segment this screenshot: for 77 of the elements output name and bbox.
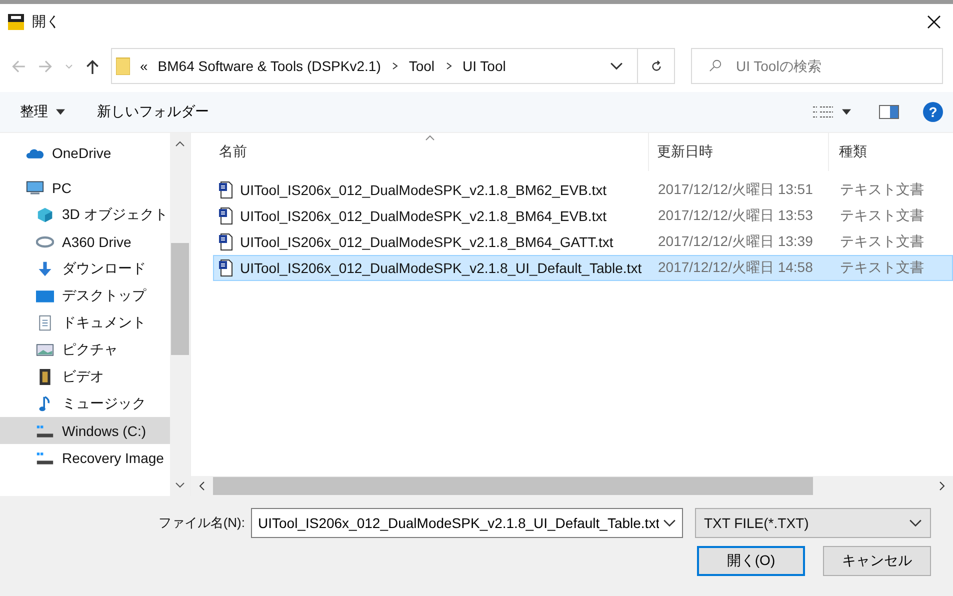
file-name: UITool_IS206x_012_DualModeSPK_v2.1.8_BM64_EVB.txt (240, 208, 607, 224)
close-icon[interactable] (927, 15, 941, 29)
column-header[interactable]: 名前 (191, 133, 649, 171)
open-button[interactable]: 開く(O) (697, 546, 805, 576)
file-row[interactable]: UITool_IS206x_012_DualModeSPK_v2.1.8_BM64_EVB.txt 2017/12/12/火曜日 13:53 テキスト文書 (213, 203, 953, 229)
organize-button[interactable]: 整理 (18, 99, 67, 125)
overflow-chevron[interactable]: « (140, 58, 148, 74)
sort-caret-icon (425, 135, 435, 141)
file-name: UITool_IS206x_012_DualModeSPK_v2.1.8_UI_Default_Table.txt (240, 260, 642, 276)
scrollbar-thumb[interactable] (213, 477, 813, 495)
nav-item[interactable]: ビデオ (0, 363, 170, 390)
help-button[interactable]: ? (923, 102, 943, 122)
scroll-down-icon[interactable] (175, 482, 185, 488)
window-title: 開く (32, 13, 60, 31)
scroll-right-icon[interactable] (939, 481, 945, 491)
text-file-icon (218, 233, 234, 251)
nav-item[interactable]: ドキュメント (0, 309, 170, 336)
modified-date: 2017/12/12/火曜日 14:58 (657, 259, 814, 277)
file-type: テキスト文書 (839, 207, 925, 225)
preview-pane-icon[interactable] (879, 105, 899, 119)
nav-item[interactable]: PC (0, 174, 170, 201)
caret-icon[interactable] (842, 109, 851, 115)
scroll-up-icon[interactable] (175, 141, 185, 147)
file-name: UITool_IS206x_012_DualModeSPK_v2.1.8_BM64_GATT.txt (240, 234, 614, 250)
scroll-left-icon[interactable] (199, 481, 205, 491)
file-row[interactable]: UITool_IS206x_012_DualModeSPK_v2.1.8_UI_Default_Table.txt 2017/12/12/火曜日 14:58 テキスト文書 (213, 255, 953, 281)
file-type: テキスト文書 (839, 233, 925, 251)
modified-date: 2017/12/12/火曜日 13:39 (657, 233, 814, 251)
modified-date: 2017/12/12/火曜日 13:53 (657, 207, 814, 225)
nav-item[interactable]: ダウンロード (0, 255, 170, 282)
text-file-icon (218, 207, 234, 225)
cube-icon (36, 206, 54, 222)
text-file-icon (218, 181, 234, 199)
search-field[interactable]: UI Toolの検索 (691, 48, 943, 84)
file-name-label: ファイル名(N): (158, 514, 245, 532)
refresh-icon (650, 60, 662, 72)
nav-item[interactable]: ミュージック (0, 390, 170, 417)
modified-date: 2017/12/12/火曜日 13:51 (657, 181, 814, 199)
file-row[interactable]: UITool_IS206x_012_DualModeSPK_v2.1.8_BM62_EVB.txt 2017/12/12/火曜日 13:51 テキスト文書 (213, 177, 953, 203)
folder-icon (116, 57, 130, 75)
nav-item[interactable]: OneDrive (0, 139, 170, 166)
breadcrumb[interactable]: Tool (408, 58, 435, 74)
file-row[interactable]: UITool_IS206x_012_DualModeSPK_v2.1.8_BM64_GATT.txt 2017/12/12/火曜日 13:39 テキスト文書 (213, 229, 953, 255)
nav-item[interactable]: Windows (C:) (0, 417, 170, 444)
drive-icon (36, 450, 54, 466)
details-view-icon[interactable] (812, 105, 834, 119)
breadcrumb[interactable]: UI Tool (462, 58, 506, 74)
drive-icon (36, 422, 54, 438)
cancel-button[interactable]: キャンセル (823, 546, 931, 576)
app-icon (8, 14, 24, 30)
nav-item[interactable]: ピクチャ (0, 336, 170, 363)
scrollbar-thumb[interactable] (171, 243, 189, 355)
caret-icon (56, 109, 65, 115)
file-name: UITool_IS206x_012_DualModeSPK_v2.1.8_BM62_EVB.txt (240, 182, 607, 198)
nav-item[interactable]: Recovery Image (0, 444, 170, 471)
up-arrow-icon[interactable] (84, 58, 101, 74)
breadcrumb[interactable]: BM64 Software & Tools (DSPKv2.1) (158, 58, 381, 74)
file-type: テキスト文書 (839, 181, 925, 199)
download-arrow-icon (36, 260, 54, 276)
new-folder-button[interactable]: 新しいフォルダー (95, 99, 211, 125)
refresh-button[interactable] (637, 48, 675, 84)
picture-icon (36, 342, 54, 358)
chevron-right-icon[interactable] (390, 61, 399, 71)
search-icon (709, 59, 722, 72)
chevron-right-icon[interactable] (444, 61, 453, 71)
desktop-icon (36, 288, 54, 304)
nav-item[interactable]: 3D オブジェクト (0, 201, 170, 228)
document-icon (36, 314, 54, 330)
nav-item[interactable]: デスクトップ (0, 282, 170, 309)
text-file-icon (218, 259, 234, 277)
file-type: テキスト文書 (839, 259, 925, 277)
column-header[interactable]: 更新日時 (649, 133, 829, 171)
nav-item[interactable]: A360 Drive (0, 228, 170, 255)
monitor-icon (26, 180, 44, 196)
file-type-dropdown[interactable]: TXT FILE(*.TXT) (695, 508, 931, 538)
address-bar[interactable]: « BM64 Software & Tools (DSPKv2.1) Tool UI Tool (111, 48, 638, 84)
column-header[interactable]: 種類 (829, 133, 953, 171)
